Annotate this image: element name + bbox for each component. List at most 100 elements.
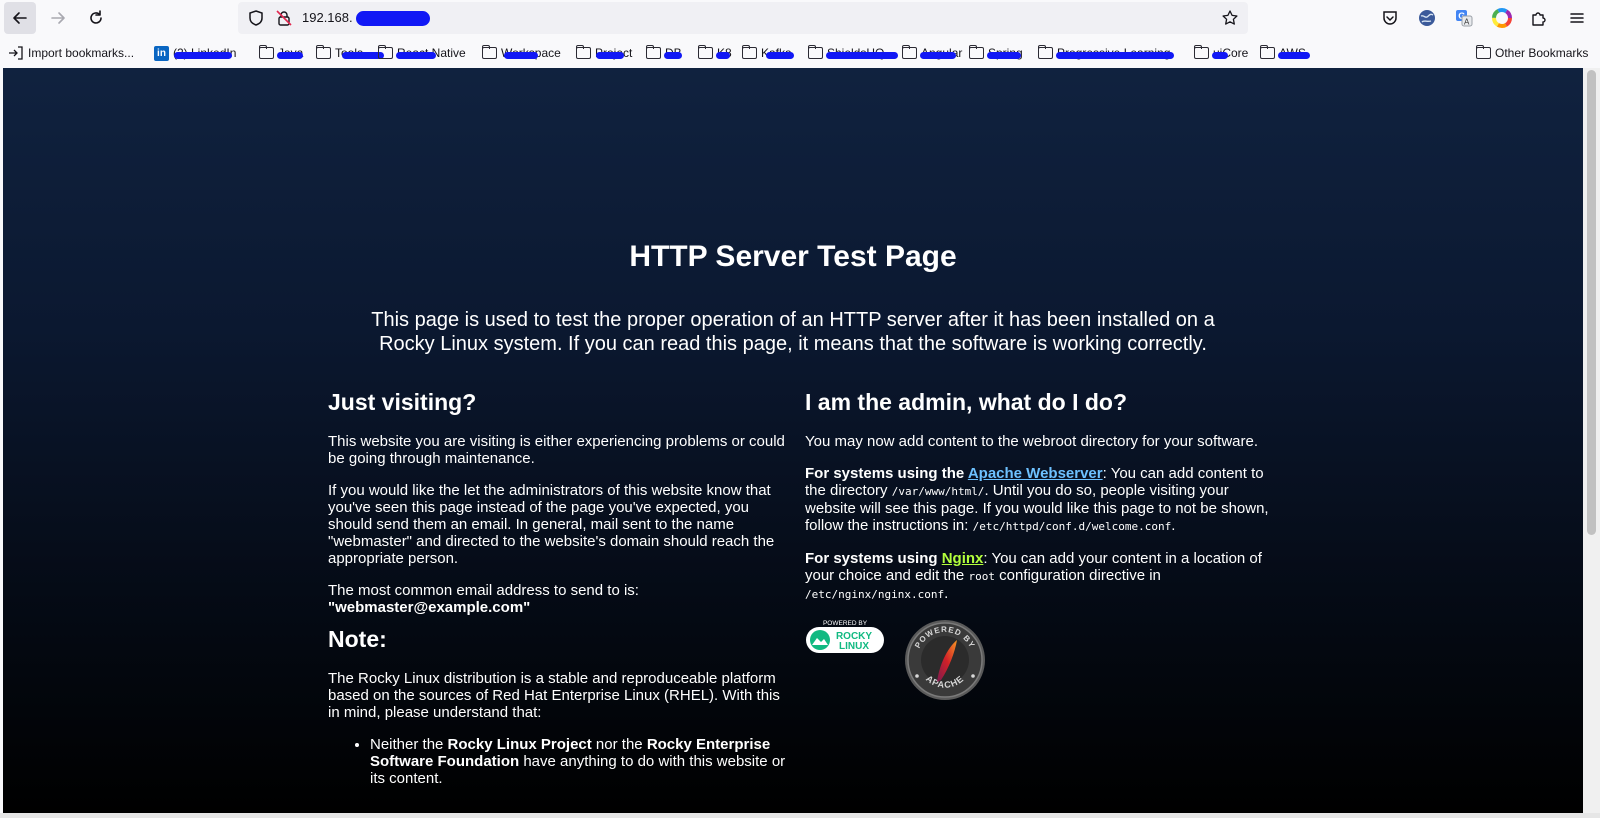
apache-powered-logo[interactable]: POWERED BY APACHE (903, 618, 987, 702)
bookmark-folder[interactable]: K8 (698, 44, 732, 62)
redaction-mark (1212, 52, 1228, 59)
nginx-prefix: For systems using (805, 550, 942, 567)
redaction-mark (174, 52, 232, 59)
redaction-mark (1056, 52, 1174, 59)
rocky-powered-by: POWERED BY (823, 620, 868, 627)
folder-icon (742, 45, 757, 59)
redaction-mark (766, 52, 794, 59)
redaction-mark (396, 52, 436, 59)
web-page: HTTP Server Test Page This page is used … (3, 68, 1583, 813)
bookmark-folder[interactable]: Java (259, 44, 303, 62)
bullet-text: Neither the (370, 736, 448, 753)
folder-icon (808, 45, 823, 59)
globe-extension-icon[interactable] (1411, 2, 1443, 34)
other-bookmarks[interactable]: Other Bookmarks (1476, 44, 1588, 62)
redaction-mark (920, 52, 956, 59)
folder-icon (698, 45, 713, 59)
bullet-bold: Rocky Linux Project (447, 736, 592, 753)
import-bookmarks-label: Import bookmarks... (28, 46, 135, 60)
folder-icon (316, 45, 331, 59)
admin-section: I am the admin, what do I do? You may no… (805, 389, 1275, 708)
nginx-conf-path: /etc/nginx/nginx.conf (805, 588, 945, 601)
email-paragraph: The most common email address to send to… (328, 582, 788, 616)
svg-text:A: A (1464, 18, 1470, 27)
browser-toolbar: 192.168. GA (0, 0, 1600, 36)
redaction-mark (987, 52, 1021, 59)
visitor-heading: Just visiting? (328, 389, 477, 415)
redaction-mark (716, 52, 730, 59)
vertical-scrollbar[interactable] (1583, 68, 1600, 813)
redaction-mark (504, 52, 538, 59)
extensions-puzzle-icon[interactable] (1523, 2, 1555, 34)
folder-icon (646, 45, 661, 59)
bookmark-star-icon[interactable] (1218, 6, 1242, 30)
bookmark-folder[interactable]: Progressive Learning (1038, 44, 1174, 62)
redaction-mark (277, 52, 303, 59)
linkedin-icon: in (154, 45, 169, 61)
admin-paragraph: You may now add content to the webroot d… (805, 433, 1259, 450)
intro-text: This page is used to test the proper ope… (371, 309, 1215, 355)
list-item: Neither the Rocky Linux Project nor the … (370, 736, 788, 787)
apache-webserver-link[interactable]: Apache Webserver (968, 465, 1103, 482)
rocky-wordmark-bottom: LINUX (839, 641, 869, 652)
redaction-mark (1278, 52, 1310, 59)
rocky-linux-logo[interactable]: POWERED BY ROCKY LINUX (805, 618, 885, 658)
bookmark-folder[interactable]: uiCore (1194, 44, 1248, 62)
nginx-text: . (944, 585, 949, 602)
shield-icon[interactable] (244, 6, 268, 30)
folder-icon (576, 45, 591, 59)
forward-arrow-icon[interactable] (42, 2, 74, 34)
bookmarks-toolbar: Import bookmarks... in (2) LinkedIn Java… (0, 40, 1600, 66)
redaction-mark (356, 11, 430, 26)
import-bookmarks-item[interactable]: Import bookmarks... (8, 44, 134, 62)
url-text[interactable]: 192.168. (302, 10, 353, 25)
apache-welcome-conf-path: /etc/httpd/conf.d/welcome.conf (972, 520, 1172, 533)
admin-heading: I am the admin, what do I do? (805, 389, 1128, 415)
visitor-section: Just visiting? This website you are visi… (328, 389, 788, 791)
scrollbar-thumb[interactable] (1587, 70, 1596, 535)
note-heading: Note: (328, 626, 387, 652)
email-intro: The most common email address to send to… (328, 582, 639, 599)
redaction-mark (826, 52, 898, 59)
address-bar[interactable]: 192.168. (238, 2, 1248, 34)
horizontal-scrollbar[interactable] (0, 813, 1600, 818)
bookmark-linkedin[interactable]: in (2) LinkedIn (154, 44, 236, 62)
translate-icon[interactable]: GA (1448, 2, 1480, 34)
page-title: HTTP Server Test Page (629, 240, 957, 273)
bookmark-folder[interactable]: Angular (902, 44, 962, 62)
note-list: Neither the Rocky Linux Project nor the … (370, 736, 788, 787)
bookmark-folder[interactable]: Spring (969, 44, 1023, 62)
pocket-icon[interactable] (1374, 2, 1406, 34)
bookmark-folder[interactable]: Project (576, 44, 632, 62)
folder-icon (378, 45, 393, 59)
back-arrow-icon[interactable] (4, 2, 36, 34)
nginx-link[interactable]: Nginx (942, 550, 984, 567)
bookmark-folder[interactable]: Tools (316, 44, 384, 62)
bookmark-folder[interactable]: AWS (1260, 44, 1310, 62)
bookmark-folder[interactable]: React Native (378, 44, 466, 62)
other-bookmarks-label: Other Bookmarks (1495, 46, 1589, 60)
bullet-text: nor the (591, 736, 647, 753)
reload-icon[interactable] (80, 2, 112, 34)
hamburger-menu-icon[interactable] (1561, 2, 1593, 34)
color-wheel-icon[interactable] (1486, 2, 1518, 34)
bookmark-folder[interactable]: ShieldsHQ (808, 44, 898, 62)
folder-icon (1476, 45, 1491, 59)
insecure-lock-icon[interactable] (272, 6, 296, 30)
webmaster-email: "webmaster@example.com" (328, 599, 531, 616)
apache-text: . (1171, 517, 1176, 534)
bookmark-folder[interactable]: Workspace (482, 44, 561, 62)
bookmark-folder[interactable]: DB (646, 44, 682, 62)
apache-webroot-path: /var/www/html/ (891, 485, 985, 498)
note-paragraph: The Rocky Linux distribution is a stable… (328, 670, 780, 721)
folder-icon (969, 45, 984, 59)
bookmark-folder[interactable]: Kafka (742, 44, 794, 62)
folder-icon (482, 45, 497, 59)
apache-prefix: For systems using the (805, 465, 968, 482)
redaction-mark (596, 52, 624, 59)
redaction-mark (664, 52, 682, 59)
folder-icon (1260, 45, 1275, 59)
folder-icon (902, 45, 917, 59)
folder-icon (1038, 45, 1053, 59)
import-icon (9, 46, 23, 60)
